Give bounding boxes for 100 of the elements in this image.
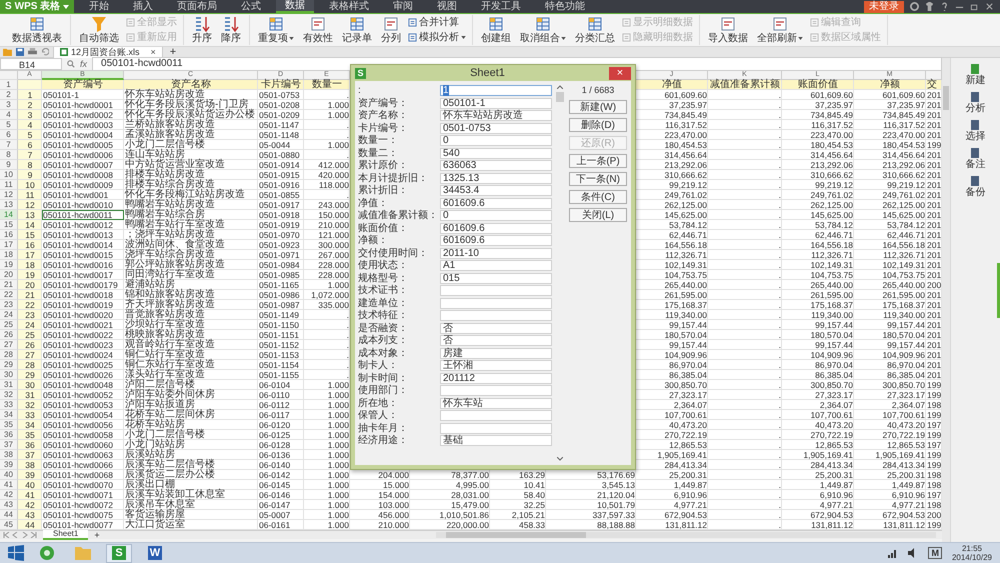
table-cell: 116,317.52 [636, 120, 708, 130]
table-cell: 201 [926, 220, 942, 230]
table-cell: 201 [926, 350, 942, 360]
table-cell: 1.000 [304, 430, 350, 440]
field-label: 所在地： [358, 398, 399, 408]
table-cell: 249,761.02 [636, 190, 708, 200]
field-label: 数量二： [358, 148, 399, 158]
table-cell: 050101-hcwd0026 [42, 370, 124, 380]
table-cell: 兰桥站旅客站房改造 [124, 120, 258, 130]
table-cell: 15 [18, 230, 42, 240]
table-cell: 175,168.37 [854, 300, 926, 310]
table-cell: . [304, 340, 350, 350]
column-title: 资产编号 [42, 80, 124, 90]
table-cell: 06-0142 [258, 470, 304, 480]
table-cell: 180,454.53 [782, 140, 854, 150]
table-cell: 249,761.02 [782, 190, 854, 200]
table-cell: 鸭嘴岩车站行车室改造 [124, 220, 258, 230]
table-cell: 同田湾站行车室改造 [124, 270, 258, 280]
table-cell: 86,385.04 [782, 370, 854, 380]
table-cell: 050101-hcwd0071 [42, 490, 124, 500]
table-cell: 601,609.60 [782, 90, 854, 100]
field-label: 净额： [358, 235, 389, 246]
table-cell: 116,317.52 [782, 120, 854, 130]
table-cell: 121.000 [304, 230, 350, 240]
table-cell: 排楼车站综合房改造 [124, 180, 258, 190]
field-label: 规格型号： [358, 272, 409, 284]
table-cell: . [708, 160, 782, 170]
table-cell: 辰溪车站二层信号楼 [124, 460, 258, 470]
table-cell: 672,904.53 [854, 510, 926, 520]
table-cell: 郭公坪站旅客站房改造 [124, 260, 258, 270]
table-cell: 050101-hcwd0066 [42, 460, 124, 470]
table-cell: 小龙门二层信号楼 [124, 140, 258, 150]
table-cell: 40,473.20 [854, 420, 926, 430]
app-logo: S [355, 68, 366, 78]
table-cell: 0501-1148 [258, 130, 304, 140]
field-label: 成本对象： [358, 348, 409, 358]
table-cell: 199 [926, 410, 942, 420]
table-cell: 4,977.21 [854, 500, 926, 510]
table-cell: 201 [926, 210, 942, 220]
table-cell: 672,904.53 [782, 510, 854, 520]
table-cell: 104,909.96 [854, 350, 926, 360]
table-cell: 0501-0917 [258, 200, 304, 210]
table-cell: 116,317.52 [854, 120, 926, 130]
table-cell: 40,473.20 [636, 420, 708, 430]
table-cell: 0501-0987 [258, 300, 304, 310]
table-cell: 050101-hcwd0063 [42, 450, 124, 460]
table-cell: 18 [18, 260, 42, 270]
table-cell: 99,157.44 [782, 340, 854, 350]
table-cell: 2,364.07 [854, 400, 926, 410]
table-cell: 249,761.02 [854, 190, 926, 200]
field-label: 是否融资： [358, 322, 409, 334]
table-cell: 辰溪站站房 [124, 450, 258, 460]
table-cell: 310,666.62 [854, 170, 926, 180]
table-cell: . [708, 460, 782, 470]
table-cell: 050101-hcwd0075 [42, 510, 124, 520]
table-cell: 06-0145 [258, 480, 304, 490]
table-cell: 2,105.21 [490, 510, 546, 520]
table-cell: 86,385.04 [854, 370, 926, 380]
table-cell: 5 [18, 130, 42, 140]
table-cell: 456.000 [350, 510, 410, 520]
table-cell: 22 [18, 300, 42, 310]
table-cell: 2,364.07 [782, 400, 854, 410]
table-cell: 050101-hcwd0001 [42, 100, 124, 110]
table-cell: . [708, 220, 782, 230]
table-cell: . [708, 250, 782, 260]
table-cell: . [304, 370, 350, 380]
table-cell: 0501-0753 [258, 90, 304, 100]
table-cell: 180,454.53 [854, 140, 926, 150]
table-cell: 050101-hcwd0058 [42, 430, 124, 440]
table-cell: . [304, 190, 350, 200]
table-cell: . [708, 300, 782, 310]
table-cell: . [708, 270, 782, 280]
table-cell: 24 [18, 320, 42, 330]
table-cell: 37 [18, 450, 42, 460]
table-cell: 270,722.19 [636, 430, 708, 440]
table-cell: . [708, 90, 782, 100]
table-cell: 37,235.97 [782, 100, 854, 110]
table-cell: 104,909.96 [782, 350, 854, 360]
field-label: 使用状态： [358, 260, 409, 271]
table-cell: 734,845.49 [782, 110, 854, 120]
table-cell: 15.000 [350, 480, 410, 490]
table-cell: 06-0110 [258, 390, 304, 400]
table-cell: 102,149.31 [854, 260, 926, 270]
table-cell: 050101-hcwd00179 [42, 280, 124, 290]
table-cell: 201 [926, 230, 942, 240]
table-cell: 0501-0970 [258, 230, 304, 240]
table-cell: 0501-0209 [258, 110, 304, 120]
table-cell: 42 [18, 500, 42, 510]
table-cell: . [708, 510, 782, 520]
table-cell: 180,570.04 [782, 330, 854, 340]
table-cell: 11 [18, 190, 42, 200]
table-cell: 201 [926, 180, 942, 190]
table-cell: 1 [18, 90, 42, 100]
table-cell: 270,722.19 [782, 430, 854, 440]
table-cell: 310,666.62 [782, 170, 854, 180]
table-cell: 06-0125 [258, 430, 304, 440]
table-cell: 220,000.00 [410, 520, 490, 530]
table-cell: 辰溪吊车休息室 [124, 500, 258, 510]
table-cell: . [708, 280, 782, 290]
table-cell: . [304, 310, 350, 320]
